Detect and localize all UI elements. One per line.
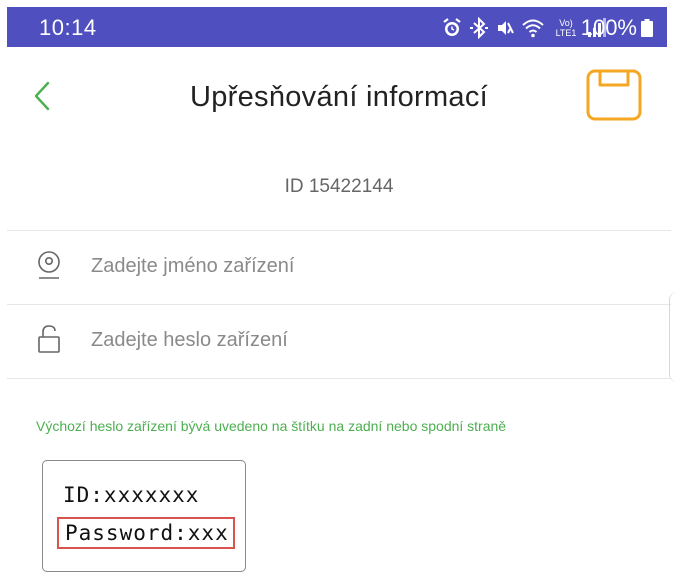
- password-hint: Výchozí heslo zařízení bývá uvedeno na š…: [36, 418, 507, 434]
- device-password-input[interactable]: [91, 320, 651, 360]
- save-button[interactable]: [586, 69, 642, 121]
- mute-icon: [498, 21, 514, 35]
- header: Upřesňování informací: [0, 47, 678, 157]
- example-id-line: ID:xxxxxxx: [63, 483, 200, 507]
- status-bar: 10:14 Vo) LTE1 100%: [7, 7, 667, 47]
- device-password-row: [7, 306, 671, 378]
- divider: [7, 378, 671, 379]
- example-device-label: ID:xxxxxxx Password:xxx: [42, 460, 246, 572]
- svg-text:Vo): Vo): [559, 18, 573, 28]
- device-id: ID 15422144: [284, 176, 394, 197]
- page-title: Upřesňování informací: [189, 81, 489, 113]
- scroll-indicator[interactable]: [669, 292, 678, 382]
- status-time: 10:14: [39, 15, 97, 40]
- unlock-icon: [38, 325, 60, 353]
- wifi-icon: [522, 19, 544, 38]
- bluetooth-icon: [470, 17, 488, 39]
- volte-lte-icon: Vo) LTE1: [556, 18, 577, 38]
- battery-percent: 100%: [580, 15, 637, 40]
- device-name-input[interactable]: [91, 246, 651, 286]
- example-password-line: Password:xxx: [57, 517, 235, 549]
- battery-icon: [641, 19, 653, 37]
- location-pin-icon: [38, 251, 60, 279]
- svg-text:LTE1: LTE1: [556, 28, 577, 38]
- divider: [7, 304, 671, 305]
- device-name-row: [7, 232, 671, 304]
- divider: [7, 230, 671, 231]
- alarm-icon: [443, 18, 461, 36]
